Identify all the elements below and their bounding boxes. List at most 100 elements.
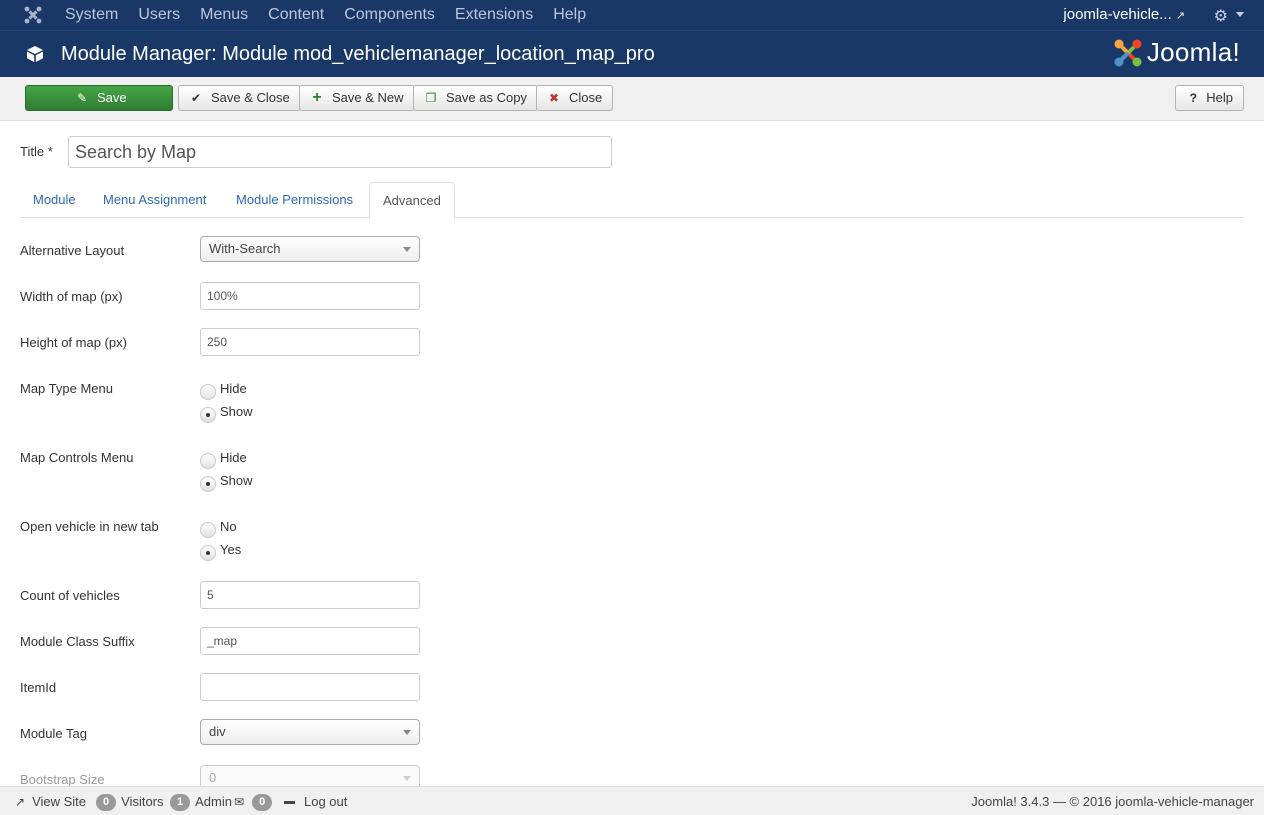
tab-module[interactable]: Module <box>20 182 89 218</box>
gear-icon[interactable]: ⚙ <box>1214 6 1228 26</box>
menu-extensions[interactable]: Extensions <box>445 0 543 30</box>
open-new-tab-label: Open vehicle in new tab <box>20 519 159 534</box>
visitors-status: 0 Visitors <box>96 787 164 815</box>
tab-bar: Module Menu Assignment Module Permission… <box>20 182 1244 219</box>
radio-icon <box>200 384 216 400</box>
cube-icon <box>27 46 43 62</box>
tab-menu-assignment[interactable]: Menu Assignment <box>90 182 219 218</box>
radio-icon <box>200 453 216 469</box>
plus-icon: + <box>312 89 322 106</box>
class-suffix-input[interactable]: _map <box>200 627 420 655</box>
main-menu: System Users Menus Content Components Ex… <box>55 0 596 30</box>
alt-layout-value: With-Search <box>209 241 281 256</box>
status-bar: ↗ View Site 0 Visitors 1 Admin ✉ 0 Log o… <box>0 786 1264 815</box>
help-button[interactable]: ? Help <box>1175 85 1244 111</box>
save-close-button[interactable]: ✔ Save & Close <box>178 85 301 111</box>
tab-advanced[interactable]: Advanced <box>369 182 455 219</box>
menu-components[interactable]: Components <box>334 0 445 30</box>
page-title: Module Manager: Module mod_vehiclemanage… <box>61 43 655 65</box>
bootstrap-size-value: 0 <box>209 770 217 785</box>
radio-selected-icon <box>200 545 216 561</box>
joomla-brand-icon[interactable] <box>24 6 42 24</box>
copy-icon: ❐ <box>425 91 437 105</box>
height-input[interactable]: 250 <box>200 328 420 356</box>
tab-module-permissions[interactable]: Module Permissions <box>223 182 366 218</box>
messages-status[interactable]: ✉ 0 <box>234 787 277 815</box>
dropdown-arrow-icon <box>403 730 411 735</box>
class-suffix-label: Module Class Suffix <box>20 634 135 649</box>
map-controls-menu-label: Map Controls Menu <box>20 450 134 465</box>
site-link[interactable]: joomla-vehicle... ↗ <box>1063 0 1185 31</box>
admin-badge: 1 <box>170 793 191 811</box>
open-new-tab-yes-label: Yes <box>220 542 242 557</box>
itemid-input[interactable] <box>200 673 420 701</box>
admin-status: 1 Admin <box>170 787 232 815</box>
site-link-label: joomla-vehicle... <box>1063 6 1172 23</box>
map-controls-menu-hide[interactable]: Hide <box>200 449 253 472</box>
map-type-menu-show[interactable]: Show <box>200 403 253 426</box>
version-text: Joomla! 3.4.3 — © 2016 joomla-vehicle-ma… <box>971 794 1254 809</box>
admin-label: Admin <box>195 794 232 809</box>
toolbar: ✎ Save ✔ Save & Close + Save & New ❐ Sav… <box>0 77 1264 121</box>
save-new-button[interactable]: + Save & New <box>299 85 415 111</box>
joomla-logo-text: Joomla! <box>1146 37 1240 67</box>
joomla-logo: Joomla! <box>1113 37 1240 68</box>
question-icon: ? <box>1189 91 1197 105</box>
check-icon: ✔ <box>190 91 202 105</box>
width-input[interactable]: 100% <box>200 282 420 310</box>
logout-label: Log out <box>304 794 348 809</box>
view-site-link[interactable]: ↗ View Site <box>15 787 86 815</box>
radio-icon <box>200 522 216 538</box>
dropdown-arrow-icon <box>403 247 411 252</box>
title-input[interactable]: Search by Map <box>68 136 612 168</box>
menu-help[interactable]: Help <box>543 0 596 30</box>
bootstrap-size-label: Bootstrap Size <box>20 772 105 787</box>
help-button-label: Help <box>1206 90 1233 105</box>
close-button-label: Close <box>569 90 603 105</box>
map-controls-menu-show[interactable]: Show <box>200 472 253 495</box>
view-site-label: View Site <box>32 794 87 809</box>
map-type-menu-hide[interactable]: Hide <box>200 380 253 403</box>
radio-selected-icon <box>200 407 216 423</box>
save-copy-button-label: Save as Copy <box>446 90 527 105</box>
save-button-label: Save <box>97 90 127 105</box>
alt-layout-select[interactable]: With-Search <box>200 236 420 262</box>
edit-icon: ✎ <box>76 91 88 105</box>
menu-menus[interactable]: Menus <box>190 0 258 30</box>
envelope-icon: ✉ <box>234 795 245 809</box>
open-new-tab-no[interactable]: No <box>200 518 241 541</box>
joomla-logo-icon <box>1114 39 1142 66</box>
open-new-tab-yes[interactable]: Yes <box>200 541 241 564</box>
admin-navbar: System Users Menus Content Components Ex… <box>0 0 1264 30</box>
menu-users[interactable]: Users <box>128 0 190 30</box>
map-controls-menu-radios: Hide Show <box>200 449 253 495</box>
map-type-menu-radios: Hide Show <box>200 380 253 426</box>
map-type-menu-label: Map Type Menu <box>20 381 113 396</box>
width-label: Width of map (px) <box>20 289 123 304</box>
page-header: Module Manager: Module mod_vehiclemanage… <box>0 30 1264 77</box>
external-link-icon: ↗ <box>1175 10 1185 22</box>
dropdown-arrow-icon <box>403 776 411 781</box>
save-close-button-label: Save & Close <box>211 90 290 105</box>
logout-link[interactable]: Log out <box>284 787 347 815</box>
save-copy-button[interactable]: ❐ Save as Copy <box>413 85 538 111</box>
visitors-label: Visitors <box>121 794 164 809</box>
count-input[interactable]: 5 <box>200 581 420 609</box>
count-label: Count of vehicles <box>20 588 120 603</box>
open-new-tab-radios: No Yes <box>200 518 241 564</box>
map-controls-menu-show-label: Show <box>220 473 253 488</box>
map-controls-menu-hide-label: Hide <box>220 450 247 465</box>
save-new-button-label: Save & New <box>332 90 404 105</box>
module-tag-select[interactable]: div <box>200 719 420 745</box>
menu-content[interactable]: Content <box>258 0 334 30</box>
minus-icon <box>284 800 295 804</box>
save-button[interactable]: ✎ Save <box>25 85 173 111</box>
alt-layout-label: Alternative Layout <box>20 243 125 258</box>
chevron-down-icon[interactable] <box>1236 12 1244 17</box>
menu-system[interactable]: System <box>55 0 128 30</box>
close-button[interactable]: ✖ Close <box>536 85 614 111</box>
radio-selected-icon <box>200 476 216 492</box>
external-link-icon: ↗ <box>15 795 26 809</box>
module-tag-value: div <box>209 724 226 739</box>
visitors-badge: 0 <box>96 793 117 811</box>
